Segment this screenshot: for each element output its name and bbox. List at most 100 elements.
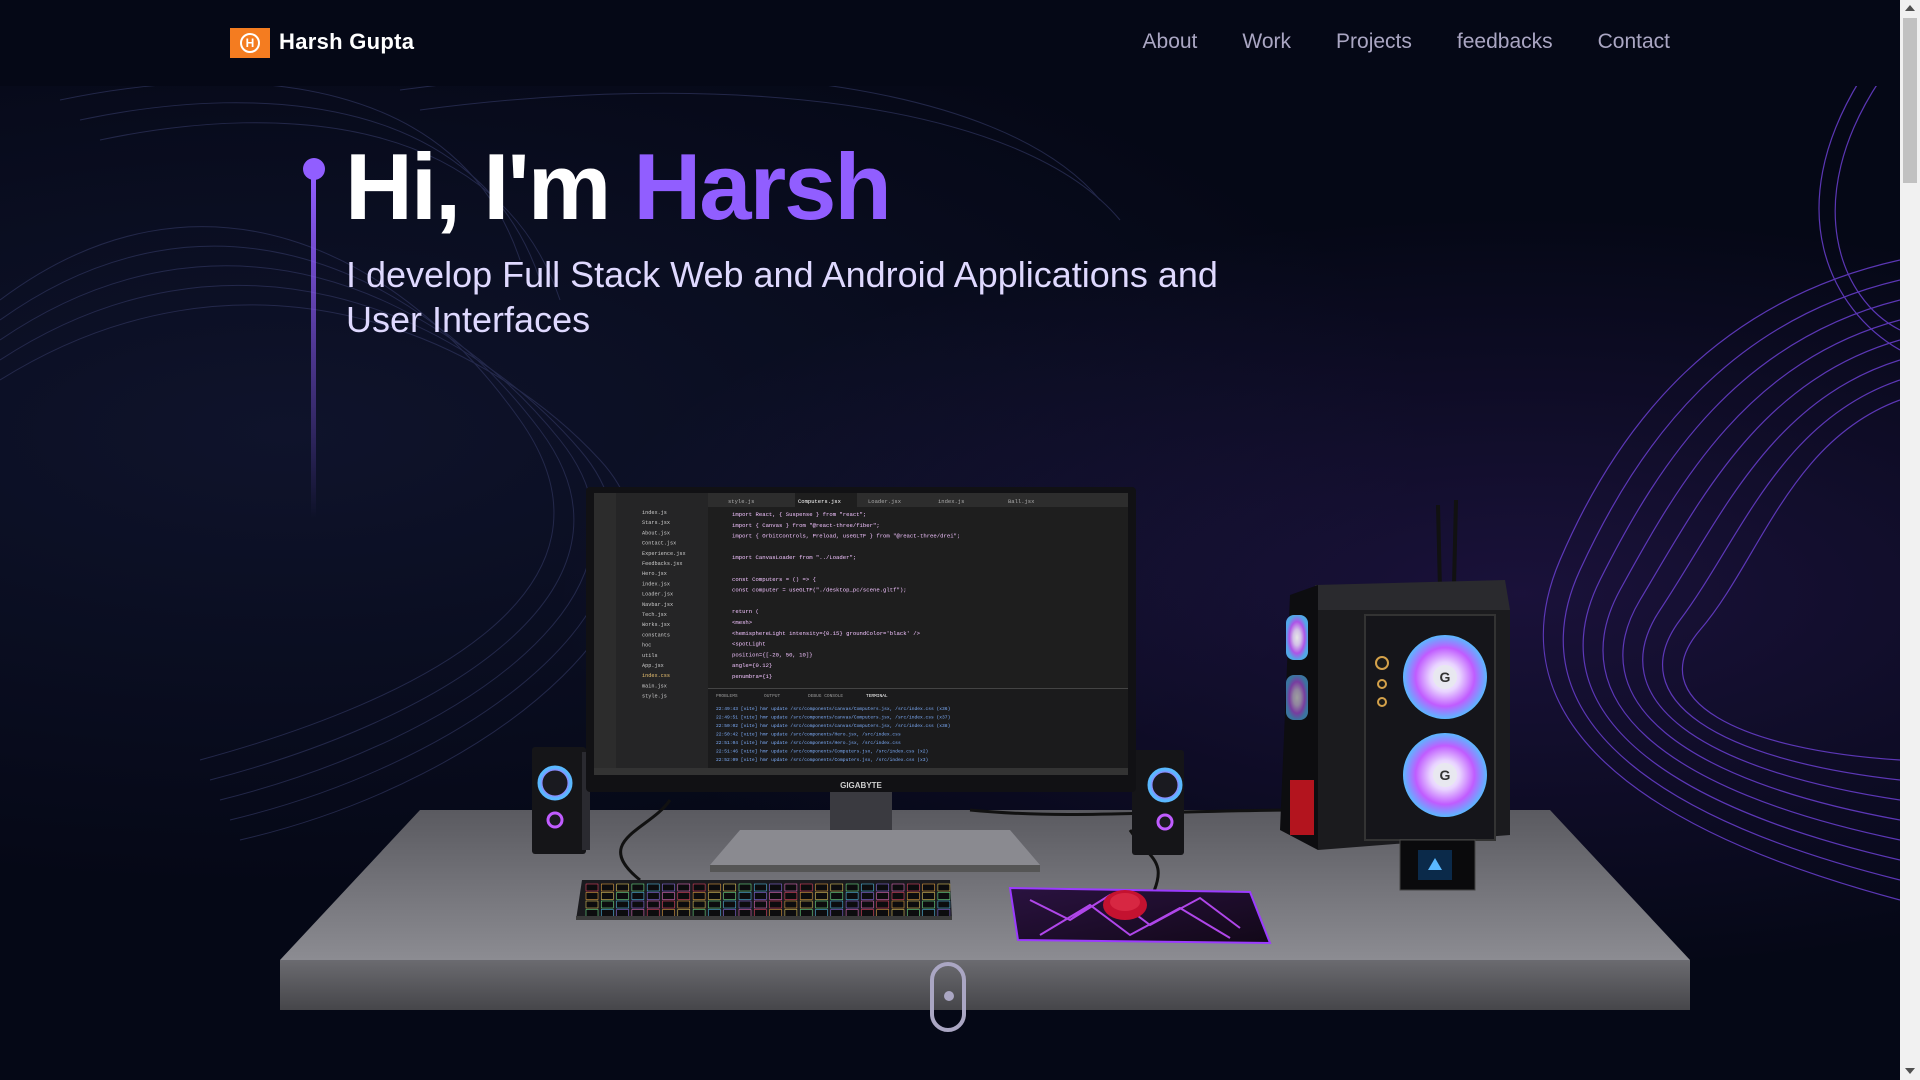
keyboard-key (677, 883, 691, 892)
keyboard-key (692, 909, 706, 917)
keyboard-key (631, 909, 645, 917)
keyboard-key (708, 900, 721, 909)
keyboard-key (937, 900, 951, 909)
keyboard-key (646, 900, 660, 909)
keyboard-key (754, 883, 767, 892)
keyboard-key (585, 909, 599, 917)
right-speaker (1132, 750, 1184, 855)
code-line: angle={0.12} (732, 662, 772, 669)
keyboard-key (922, 909, 935, 917)
keyboard-key (585, 900, 599, 909)
keyboard-key (631, 900, 645, 909)
terminal-line: 22:49:51 [vite] hmr update /src/componen… (716, 715, 950, 721)
nav-link-about[interactable]: About (1143, 30, 1198, 54)
keyboard-key (692, 900, 706, 909)
keyboard-key (662, 909, 675, 917)
keyboard-key (601, 883, 614, 892)
keyboard-key (845, 900, 859, 909)
keyboard-key (891, 909, 905, 917)
brand-name[interactable]: Harsh Gupta (279, 29, 414, 55)
scroll-up-arrow-icon[interactable] (1905, 5, 1915, 11)
mouse (1103, 890, 1147, 920)
logo-icon[interactable]: H (230, 28, 270, 58)
keyboard-key (830, 900, 844, 909)
keyboard-key (708, 883, 721, 892)
monitor: style.js Computers.jsx Loader.jsx index.js B… (586, 487, 1136, 792)
hero-line (311, 178, 316, 518)
scroll-down-arrow-icon[interactable] (1905, 1068, 1915, 1074)
scroll-indicator-dot (944, 991, 954, 1001)
nav-link-work[interactable]: Work (1242, 30, 1291, 54)
keyboard-key (922, 883, 935, 892)
keyboard-key (585, 892, 599, 900)
scroll-down-button[interactable] (930, 962, 966, 1032)
terminal-line: 22:51:04 [vite] hmr update /src/componen… (716, 740, 901, 746)
editor-tab: index.js (938, 498, 964, 505)
code-line: <hemisphereLight intensity={0.15} ground… (732, 630, 921, 637)
pc-tower: G G (1280, 499, 1510, 891)
nav-link-feedbacks[interactable]: feedbacks (1457, 30, 1553, 54)
keyboard-key (616, 892, 629, 900)
keyboard-key (692, 883, 706, 892)
hero-subtitle: I develop Full Stack Web and Android App… (346, 254, 1218, 340)
code-line: const computer = useGLTF("./desktop_pc/s… (732, 587, 907, 594)
keyboard-key (738, 892, 752, 900)
terminal-tab: OUTPUT (764, 693, 781, 699)
computer-3d-canvas[interactable]: style.js Computers.jsx Loader.jsx index.js B… (270, 480, 1710, 1040)
page-scrollbar[interactable] (1900, 0, 1920, 1080)
keyboard-key (815, 892, 828, 900)
explorer-file: hoc (642, 643, 651, 649)
explorer-file: constants (642, 632, 670, 638)
keyboard-key (876, 900, 889, 909)
keyboard-key (585, 883, 599, 892)
keyboard-key (907, 900, 920, 909)
explorer-file: index.jsx (642, 581, 670, 587)
code-line: return ( (732, 608, 759, 615)
keyboard-key (799, 883, 813, 892)
keyboard-key (692, 892, 706, 900)
terminal-line: 22:50:42 [vite] hmr update /src/componen… (716, 732, 901, 738)
explorer-file: Tech.jsx (642, 612, 667, 618)
keyboard-key (646, 883, 660, 892)
keyboard-key (861, 892, 874, 900)
editor-tab: Computers.jsx (798, 498, 842, 505)
terminal-tab: DEBUG CONSOLE (808, 693, 843, 699)
svg-text:G: G (1440, 669, 1451, 685)
keyboard-key (601, 892, 614, 900)
keyboard-key (891, 892, 905, 900)
nav-link-projects[interactable]: Projects (1336, 30, 1412, 54)
scrollbar-thumb[interactable] (1903, 18, 1917, 183)
keyboard-key (723, 909, 736, 917)
keyboard-key (861, 900, 874, 909)
keyboard-key (708, 909, 721, 917)
hero-name: Harsh (633, 134, 891, 239)
nav-links: About Work Projects feedbacks Contact (1143, 30, 1670, 54)
nav-link-contact[interactable]: Contact (1598, 30, 1670, 54)
keyboard-key (799, 909, 813, 917)
keyboard-key (738, 900, 752, 909)
keyboard-key (784, 883, 798, 892)
keyboard-key (845, 892, 859, 900)
editor-tab: Loader.jsx (868, 498, 902, 505)
keyboard-key (616, 900, 629, 909)
keyboard-key (769, 900, 782, 909)
keyboard-key (723, 892, 736, 900)
logo-letter: H (240, 33, 260, 53)
hero-greeting: Hi, I'm (345, 134, 634, 239)
keyboard-key (769, 892, 782, 900)
code-line: import { OrbitControls, Preload, useGLTF… (732, 533, 960, 540)
keyboard (576, 880, 952, 920)
keyboard-key (891, 883, 905, 892)
code-line: const Computers = () => { (732, 576, 816, 583)
keyboard-key (861, 883, 874, 892)
keyboard-key (815, 900, 828, 909)
keyboard-key (738, 883, 752, 892)
keyboard-key (891, 900, 905, 909)
keyboard-key (907, 909, 920, 917)
keyboard-key (922, 892, 935, 900)
keyboard-key (754, 892, 767, 900)
keyboard-key (815, 909, 828, 917)
keyboard-key (845, 909, 859, 917)
keyboard-key (754, 900, 767, 909)
code-line: <mesh> (732, 619, 753, 626)
